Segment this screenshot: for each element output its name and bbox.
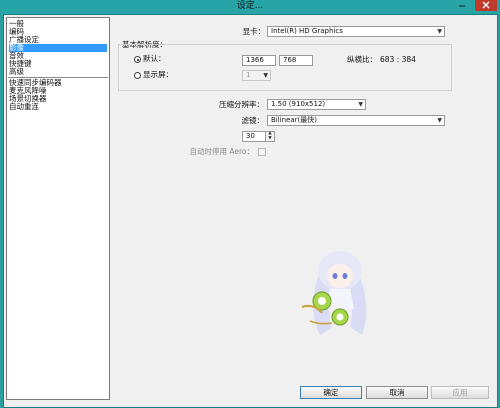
title-bar[interactable]: 设定... — [0, 0, 500, 14]
adapter-label: 显卡： — [242, 27, 266, 36]
default-resolution-label: 默认： — [143, 54, 166, 63]
aspect-value: 683 : 384 — [380, 55, 416, 64]
height-input[interactable]: 768 — [279, 55, 313, 66]
chevron-down-icon: ▼ — [263, 72, 268, 79]
minimize-button[interactable] — [451, 0, 473, 11]
window-title: 设定... — [236, 1, 264, 11]
close-button[interactable] — [475, 0, 497, 11]
disable-aero-checkbox[interactable] — [258, 148, 266, 156]
apply-button[interactable]: 应用 — [431, 386, 489, 399]
chevron-down-icon: ▼ — [437, 117, 442, 124]
downscale-label: 压缩分辨率： — [219, 100, 264, 109]
disable-aero-label: 自动时停用 Aero： — [189, 147, 254, 156]
chevron-down-icon: ▼ — [437, 28, 442, 35]
downscale-select[interactable]: 1.50 (910x512) ▼ — [267, 99, 366, 110]
adapter-value: Intel(R) HD Graphics — [271, 27, 343, 35]
sidebar-item-advanced[interactable]: 高级 — [9, 68, 107, 76]
aspect-label: 纵横比： — [347, 55, 377, 64]
spin-down-icon[interactable]: ▼ — [266, 136, 274, 142]
close-icon — [482, 1, 490, 9]
anime-girl-illustration — [301, 251, 367, 335]
ok-button[interactable]: 确定 — [300, 386, 362, 399]
sidebar-item-auto-reconnect[interactable]: 自动重连 — [9, 103, 107, 111]
chevron-down-icon: ▼ — [358, 101, 363, 108]
width-input[interactable]: 1366 — [242, 55, 276, 66]
base-resolution-group — [118, 44, 452, 91]
fps-spinner[interactable]: ▲ ▼ — [266, 131, 275, 142]
monitor-select[interactable]: 1 ▼ — [242, 70, 271, 81]
radio-dot-icon — [136, 58, 139, 61]
cancel-button[interactable]: 取消 — [366, 386, 428, 399]
minimize-icon — [459, 5, 465, 7]
downscale-value: 1.50 (910x512) — [271, 100, 326, 108]
filter-label: 滤镜： — [241, 116, 265, 125]
monitor-value: 1 — [246, 71, 251, 79]
settings-category-list[interactable]: 一般 编码 广播设定 影像 音效 快捷键 高级 快速同步编码器 麦克风降噪 场景… — [6, 17, 110, 400]
monitor-label: 显示屏： — [143, 70, 173, 79]
adapter-select[interactable]: Intel(R) HD Graphics ▼ — [267, 26, 445, 37]
default-resolution-radio[interactable] — [134, 56, 141, 63]
filter-select[interactable]: Bilinear(最快) ▼ — [267, 115, 445, 126]
fps-input[interactable]: 30 — [242, 131, 266, 142]
monitor-radio[interactable] — [134, 72, 141, 79]
filter-value: Bilinear(最快) — [271, 116, 318, 124]
